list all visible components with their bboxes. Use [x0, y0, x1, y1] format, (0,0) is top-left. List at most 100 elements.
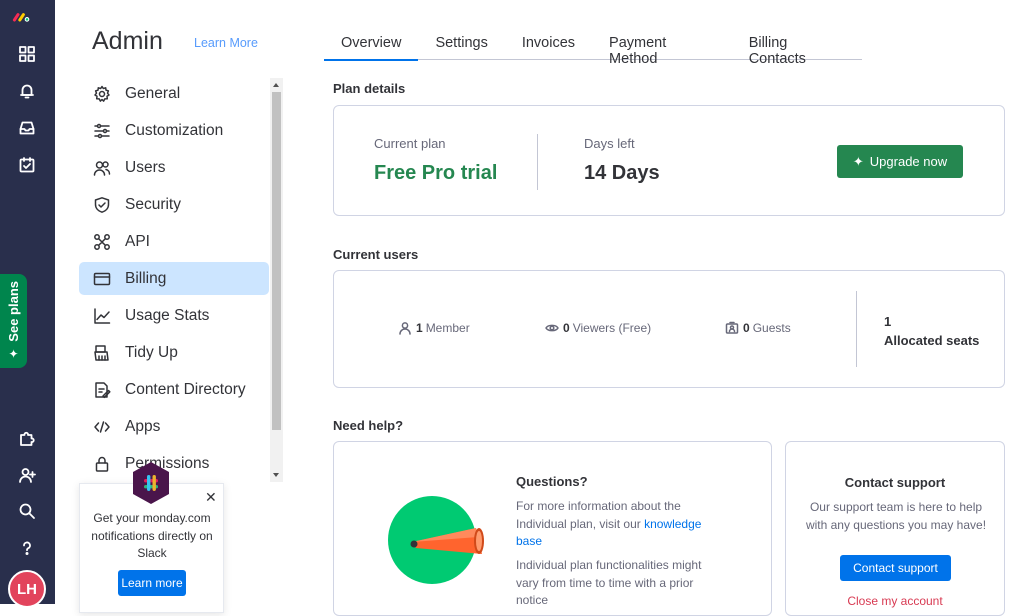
current-users-heading: Current users	[333, 247, 419, 262]
questions-title: Questions?	[516, 474, 588, 489]
tab-billing-contacts[interactable]: Billing Contacts	[732, 28, 862, 67]
menu-item-users[interactable]: Users	[79, 151, 269, 184]
contact-support-button[interactable]: Contact support	[840, 555, 951, 581]
menu-item-billing[interactable]: Billing	[79, 262, 269, 295]
scrollbar-thumb[interactable]	[272, 92, 281, 430]
questions-card: Questions? For more information about th…	[333, 441, 772, 616]
allocated-seats-count: 1	[884, 314, 892, 329]
see-plans-label: See plans	[6, 281, 21, 342]
menu-item-usage-stats[interactable]: Usage Stats	[79, 299, 269, 332]
menu-scrollbar[interactable]	[270, 78, 283, 482]
scroll-up-arrow[interactable]	[273, 83, 279, 87]
eye-icon	[545, 324, 559, 332]
menu-item-label: Billing	[125, 269, 167, 287]
inbox-icon[interactable]	[14, 115, 40, 141]
tab-invoices[interactable]: Invoices	[505, 28, 592, 60]
lock-icon	[93, 455, 111, 473]
menu-item-label: Customization	[125, 121, 224, 139]
questions-text: For more information about the Individua…	[516, 498, 716, 551]
menu-item-label: General	[125, 84, 181, 102]
viewers-label: Viewers (Free)	[572, 321, 652, 335]
megaphone-icon	[410, 528, 484, 554]
allocated-seats-label: Allocated seats	[884, 333, 980, 348]
contact-support-text: Our support team is here to help with an…	[805, 500, 987, 532]
questions-text-2: Individual plan functionalities might va…	[516, 558, 702, 607]
users-icon	[93, 159, 111, 177]
see-plans-button[interactable]: See plans ✦	[0, 274, 27, 368]
viewers-stat: 0 Viewers (Free)	[545, 321, 651, 335]
plan-details-card: Current plan Free Pro trial Days left 14…	[333, 105, 1005, 216]
current-users-card: 1 Member 0 Viewers (Free) 0 Guests 1 All…	[333, 270, 1005, 388]
menu-item-tidy-up[interactable]: Tidy Up	[79, 336, 269, 369]
divider	[856, 291, 857, 367]
menu-item-apps[interactable]: Apps	[79, 410, 269, 443]
help-icon[interactable]	[14, 535, 40, 561]
divider	[537, 134, 538, 190]
menu-item-content-directory[interactable]: Content Directory	[79, 373, 269, 406]
menu-item-label: API	[125, 232, 150, 250]
puzzle-icon[interactable]	[14, 425, 40, 451]
menu-item-permissions[interactable]: Permissions	[79, 447, 269, 480]
close-icon[interactable]: ✕	[205, 489, 217, 506]
tab-overview[interactable]: Overview	[324, 28, 419, 61]
contact-support-card: Contact support Our support team is here…	[785, 441, 1005, 616]
avatar[interactable]: LH	[8, 570, 46, 608]
plan-details-heading: Plan details	[333, 81, 406, 96]
menu-item-label: Security	[125, 195, 181, 213]
apps-grid-icon[interactable]	[14, 41, 40, 67]
members-stat: 1 Member	[398, 321, 470, 335]
api-icon	[93, 233, 111, 251]
document-icon	[93, 381, 111, 399]
guests-label: Guests	[752, 321, 791, 335]
current-plan-value: Free Pro trial	[374, 162, 498, 184]
menu-item-label: Apps	[125, 417, 161, 435]
gear-icon	[93, 85, 111, 103]
need-help-heading: Need help?	[333, 418, 404, 433]
shield-icon	[93, 196, 111, 214]
guest-badge-icon	[725, 321, 739, 334]
left-rail: See plans ✦ LH	[0, 0, 55, 608]
learn-more-link[interactable]: Learn More	[194, 36, 258, 50]
close-account-link[interactable]: Close my account	[786, 594, 1004, 608]
menu-item-api[interactable]: API	[79, 225, 269, 258]
tab-settings[interactable]: Settings	[418, 28, 504, 60]
viewers-count: 0	[563, 321, 570, 335]
invite-user-icon[interactable]	[14, 462, 40, 488]
slack-message: Get your monday.com notifications direct…	[91, 511, 213, 560]
menu-item-general[interactable]: General	[79, 77, 269, 110]
current-plan-label: Current plan	[374, 136, 446, 151]
code-icon	[93, 418, 111, 436]
menu-item-label: Usage Stats	[125, 306, 210, 324]
sparkle-icon: ✦	[8, 347, 19, 361]
menu-item-security[interactable]: Security	[79, 188, 269, 221]
bell-icon[interactable]	[14, 78, 40, 104]
days-left-label: Days left	[584, 136, 635, 151]
menu-item-label: Users	[125, 158, 166, 176]
guests-count: 0	[743, 321, 750, 335]
menu-item-label: Content Directory	[125, 380, 246, 398]
chart-line-icon	[93, 307, 111, 325]
upgrade-now-label: Upgrade now	[869, 154, 948, 169]
slack-logo-icon	[133, 462, 169, 504]
page-title: Admin	[92, 27, 163, 55]
guests-stat: 0 Guests	[725, 321, 791, 335]
slack-learn-more-button[interactable]: Learn more	[118, 570, 186, 596]
broom-icon	[93, 344, 111, 362]
calendar-check-icon[interactable]	[14, 152, 40, 178]
menu-item-label: Tidy Up	[125, 343, 178, 361]
upgrade-now-button[interactable]: ✦ Upgrade now	[837, 145, 963, 178]
user-icon	[399, 322, 411, 335]
menu-item-customization[interactable]: Customization	[79, 114, 269, 147]
admin-menu: General Customization Users Security API…	[79, 77, 269, 484]
contact-support-title: Contact support	[844, 475, 946, 490]
members-count: 1	[416, 321, 423, 335]
billing-tabs: Overview Settings Invoices Payment Metho…	[324, 28, 862, 67]
scroll-down-arrow[interactable]	[273, 473, 279, 477]
credit-card-icon	[93, 270, 111, 288]
members-label: Member	[425, 321, 470, 335]
sliders-icon	[93, 122, 111, 140]
monday-logo[interactable]	[12, 8, 30, 26]
search-icon[interactable]	[14, 498, 40, 524]
days-left-value: 14 Days	[584, 162, 660, 184]
tab-payment-method[interactable]: Payment Method	[592, 28, 732, 67]
